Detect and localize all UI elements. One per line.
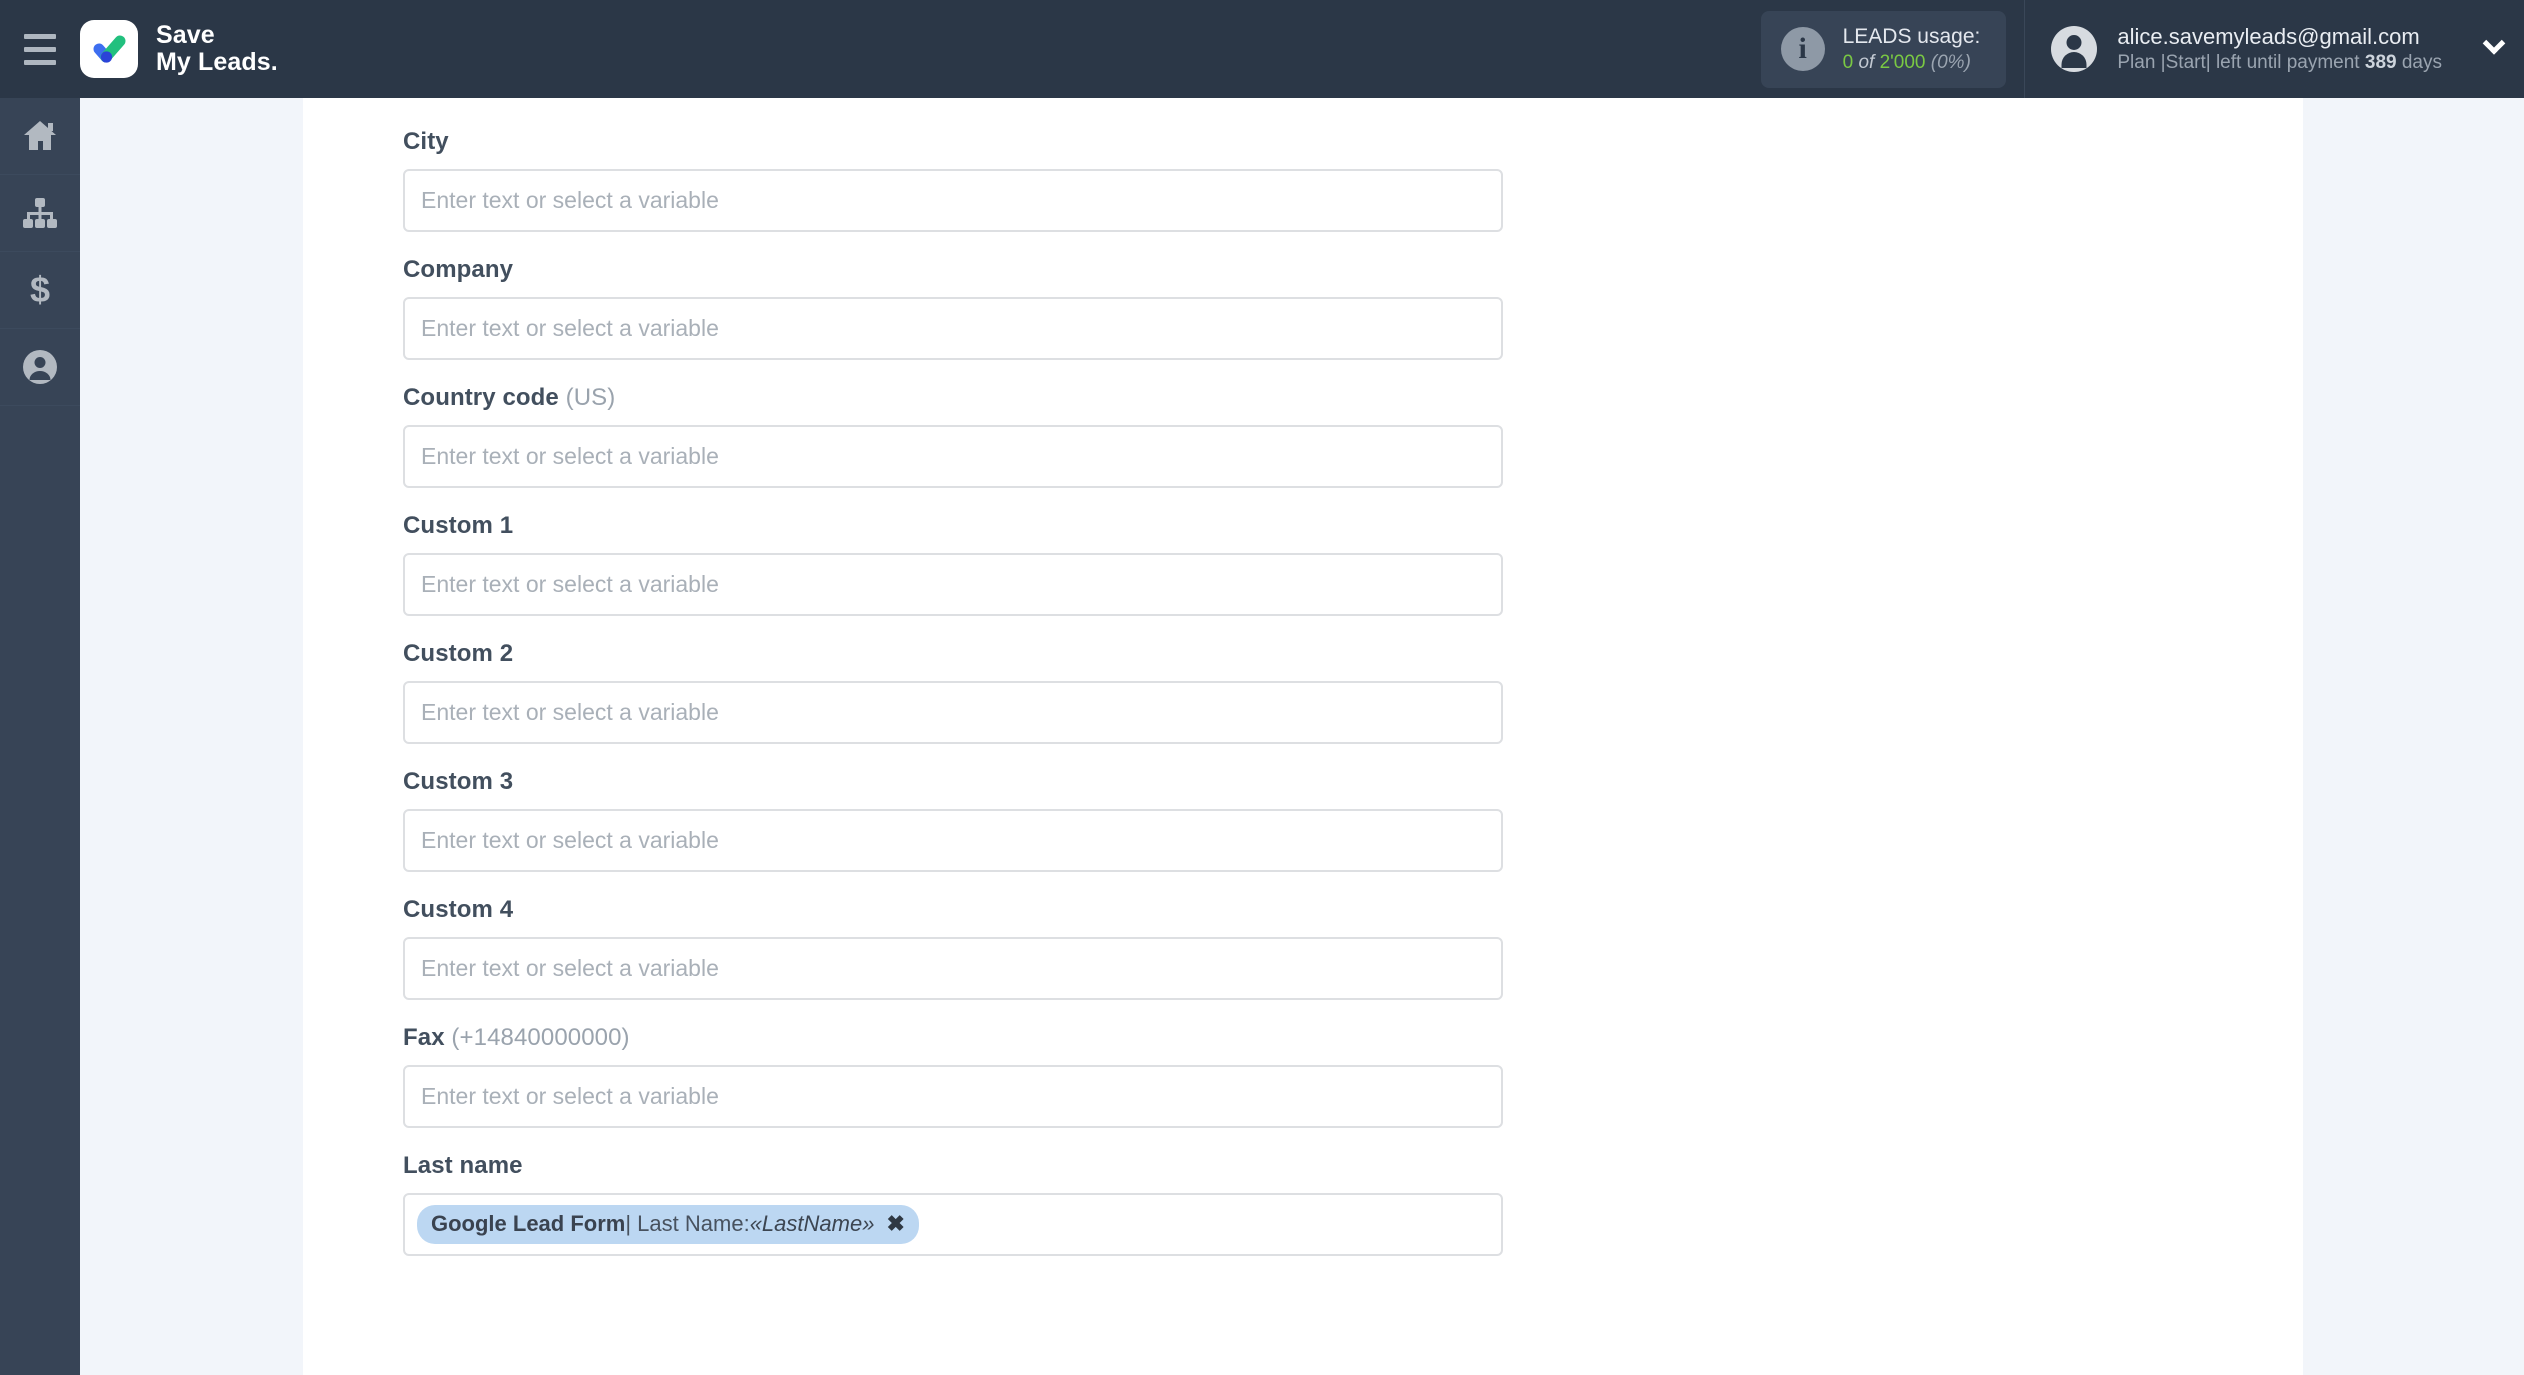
content-area: City Enter text or select a variable Compa… [80,98,2524,1375]
usage-percent: (0%) [1930,51,1971,73]
field-input[interactable]: Enter text or select a variable [403,425,1503,488]
field-placeholder: Enter text or select a variable [421,571,719,597]
field-label: Fax (+14840000000) [403,1024,2303,1052]
field-input[interactable]: Enter text or select a variable [403,937,1503,1000]
field-placeholder: Enter text or select a variable [421,443,719,469]
usage-title: LEADS usage: [1842,24,1981,48]
field-placeholder: Enter text or select a variable [421,315,719,341]
field-label-text: City [403,128,449,155]
field-input[interactable]: Enter text or select a variable [403,297,1503,360]
form-field: Fax (+14840000000) Enter text or select a… [403,1024,2303,1128]
chip-source: Google Lead Form [431,1211,626,1236]
field-input[interactable]: Enter text or select a variable [403,553,1503,616]
mapping-panel: City Enter text or select a variable Compa… [303,98,2303,1375]
plan-days: 389 [2364,52,2397,73]
field-label-hint: (+14840000000) [444,1024,630,1051]
field-input[interactable]: Enter text or select a variable [403,681,1503,744]
variable-chip[interactable]: Google Lead Form | Last Name: «LastName»… [417,1205,919,1244]
form-field: Company Enter text or select a variable [403,256,2303,360]
app-root: Save My Leads. i LEADS usage: 0 of 2'000… [0,0,2524,1375]
form-field: Last name Google Lead Form | Last Name: «… [403,1152,2303,1256]
form-field: Custom 2 Enter text or select a variable [403,640,2303,744]
field-label-text: Last name [403,1152,523,1179]
usage-of: of [1853,51,1880,73]
brand-logo[interactable]: Save My Leads. [80,20,278,78]
chip-separator: | Last Name: [625,1211,750,1236]
leads-usage-badge[interactable]: i LEADS usage: 0 of 2'000 (0%) [1760,10,2007,88]
form-field: City Enter text or select a variable [403,128,2303,232]
form-field: Custom 1 Enter text or select a variable [403,512,2303,616]
field-label: Company [403,256,2303,284]
dollar-icon: $ [27,271,53,309]
usage-counter: 0 of 2'000 (0%) [1843,52,1981,74]
field-placeholder: Enter text or select a variable [421,699,719,725]
field-label: Country code (US) [403,384,2303,412]
brand-line-2: My Leads. [156,48,278,76]
chip-remove-icon[interactable]: ✖ [886,1213,904,1235]
field-mapping-form: City Enter text or select a variable Compa… [303,98,2303,1256]
field-label-text: Country code [403,384,559,411]
user-avatar-icon [2051,26,2098,72]
field-label: Custom 4 [403,896,2303,924]
account-text: alice.savemyleads@gmail.com Plan |Start|… [2117,24,2442,74]
sitemap-icon [22,197,58,229]
field-label: Last name [403,1152,2303,1180]
account-plan: Plan |Start| left until payment 389 days [2117,52,2442,73]
field-placeholder: Enter text or select a variable [421,955,719,981]
field-label: Custom 1 [403,512,2303,540]
field-label-text: Fax [403,1024,445,1051]
field-label: Custom 2 [403,640,2303,668]
sidebar-item-account[interactable] [0,329,80,406]
field-label-hint: (US) [558,384,616,411]
form-field: Custom 3 Enter text or select a variable [403,768,2303,872]
svg-text:$: $ [30,271,50,309]
sidebar-item-billing[interactable]: $ [0,252,80,329]
form-field: Custom 4 Enter text or select a variable [403,896,2303,1000]
field-input[interactable]: Enter text or select a variable [403,809,1503,872]
chevron-down-icon[interactable] [2464,0,2524,98]
info-icon: i [1780,27,1825,71]
usage-text: LEADS usage: 0 of 2'000 (0%) [1843,25,1981,74]
field-placeholder: Enter text or select a variable [421,1083,719,1109]
field-label-text: Custom 4 [403,896,514,923]
usage-total: 2'000 [1879,51,1926,73]
field-input[interactable]: Enter text or select a variable [403,169,1503,232]
field-label-text: Custom 3 [403,768,514,795]
field-placeholder: Enter text or select a variable [421,187,719,213]
field-input[interactable]: Google Lead Form | Last Name: «LastName»… [403,1193,1503,1256]
top-header: Save My Leads. i LEADS usage: 0 of 2'000… [0,0,2524,98]
field-placeholder: Enter text or select a variable [421,827,719,853]
user-circle-icon [22,349,58,385]
brand-text: Save My Leads. [156,22,278,76]
checkmark-logo-icon [80,20,138,78]
field-input[interactable]: Enter text or select a variable [403,1065,1503,1128]
field-label-text: Company [403,256,514,283]
usage-used: 0 [1842,51,1854,73]
sidebar-item-home[interactable] [0,98,80,175]
chip-variable: «LastName» [749,1211,875,1236]
home-icon [22,119,58,153]
form-field: Country code (US) Enter text or select a … [403,384,2303,488]
hamburger-menu-icon[interactable] [0,0,80,98]
field-label-text: Custom 1 [403,512,514,539]
sidebar-item-connections[interactable] [0,175,80,252]
account-email: alice.savemyleads@gmail.com [2117,24,2420,49]
field-label: Custom 3 [403,768,2303,796]
field-label: City [403,128,2303,156]
left-sidebar: $ [0,98,80,1375]
brand-line-1: Save [156,21,215,49]
account-menu[interactable]: alice.savemyleads@gmail.com Plan |Start|… [2025,0,2464,98]
field-label-text: Custom 2 [403,640,514,667]
